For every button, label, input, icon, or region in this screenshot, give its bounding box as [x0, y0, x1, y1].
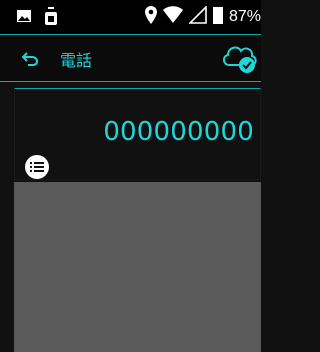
phone-number-card: 000000000: [14, 88, 261, 180]
download-icon: [44, 6, 58, 30]
page-title: 電話: [60, 51, 93, 70]
signal-icon: [188, 5, 207, 28]
status-bar: 87%: [0, 0, 261, 34]
cloud-check-icon[interactable]: [221, 41, 259, 79]
battery-percent: 87%: [228, 8, 261, 25]
status-right-icons: 87%: [144, 5, 261, 28]
list-menu-icon[interactable]: [25, 155, 49, 179]
location-icon: [144, 6, 157, 28]
wifi-icon: [162, 6, 183, 28]
empty-panel: [14, 182, 261, 352]
content-area: 000000000: [0, 82, 261, 352]
status-left-icons: [16, 6, 58, 30]
app-bar: 電話: [0, 34, 261, 82]
back-arrow-icon[interactable]: [21, 51, 39, 70]
phone-number: 000000000: [103, 117, 254, 147]
battery-icon: [212, 6, 223, 28]
image-icon: [16, 8, 32, 28]
